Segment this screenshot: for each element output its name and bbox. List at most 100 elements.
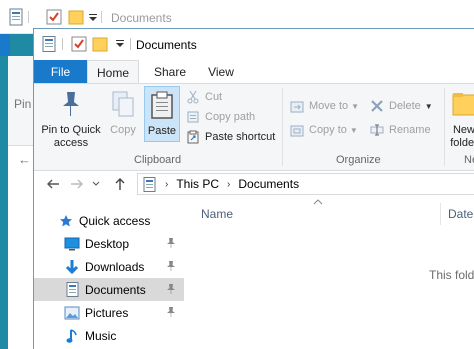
nav-item-documents[interactable]: Documents — [34, 278, 184, 301]
delete-button[interactable]: Delete ▼ — [369, 97, 433, 115]
pictures-icon — [64, 305, 80, 321]
nav-item-pictures[interactable]: Pictures — [34, 301, 184, 324]
desktop-strip — [0, 56, 8, 349]
chevron-down-icon: ▼ — [351, 101, 360, 111]
paste-label: Paste — [147, 125, 177, 137]
nav-item-desktop[interactable]: Desktop — [34, 232, 184, 255]
pin-icon[interactable] — [166, 306, 176, 318]
window-title: Documents — [136, 38, 197, 52]
desktop-icon — [64, 236, 80, 252]
nav-item-label: Documents — [85, 282, 146, 297]
background-ribbon-label: Pin — [14, 97, 32, 111]
breadcrumb-chevron-icon[interactable]: › — [227, 179, 230, 190]
empty-folder-message: This folde — [429, 268, 474, 282]
checkmark-icon — [46, 8, 62, 26]
copy-to-label: Copy to — [309, 124, 347, 136]
chevron-down-icon: ▼ — [424, 101, 433, 111]
folder-icon — [68, 8, 84, 26]
delete-label: Delete — [389, 100, 421, 112]
chevron-down-icon[interactable] — [112, 36, 128, 52]
column-header-name[interactable]: Name — [201, 207, 233, 221]
forward-arrow-icon[interactable] — [68, 175, 86, 193]
move-to-icon — [289, 98, 305, 114]
ribbon: Pin to Quick access Copy Paste Cut Copy … — [34, 83, 474, 171]
group-separator — [282, 88, 283, 166]
tab-view[interactable]: View — [200, 60, 242, 83]
titlebar: Documents — [34, 29, 474, 60]
documents-icon — [64, 282, 80, 298]
paste-button[interactable]: Paste — [144, 86, 180, 142]
background-back-arrow: ← — [18, 152, 31, 167]
copy-to-button[interactable]: Copy to ▼ — [289, 121, 358, 139]
cut-button[interactable]: Cut — [185, 88, 222, 106]
tab-share[interactable]: Share — [146, 60, 194, 83]
properties-icon[interactable] — [41, 36, 57, 52]
chevron-down-icon: ▼ — [349, 125, 358, 135]
breadcrumb-chevron-icon[interactable]: › — [165, 179, 168, 190]
new-folder-label-line1: New — [452, 124, 474, 136]
rename-label: Rename — [389, 124, 431, 136]
navigation-bar: › This PC › Documents — [34, 171, 474, 197]
pin-icon[interactable] — [166, 237, 176, 249]
organize-group-label: Organize — [336, 154, 381, 166]
clipboard-icon — [146, 89, 178, 121]
delete-icon — [369, 98, 385, 114]
background-file-tab — [0, 34, 10, 56]
separator — [130, 38, 131, 50]
nav-item-label: Music — [85, 328, 117, 343]
nav-item-quick-access[interactable]: Quick access — [34, 209, 184, 232]
breadcrumb-documents[interactable]: Documents — [238, 177, 299, 191]
separator — [101, 11, 102, 23]
new-folder-icon — [448, 88, 474, 120]
new-folder-button[interactable]: New folder — [444, 88, 474, 150]
cut-label: Cut — [205, 91, 223, 103]
pin-icon[interactable] — [166, 283, 176, 295]
paste-shortcut-icon — [185, 129, 201, 145]
new-folder-icon[interactable] — [92, 36, 108, 52]
tab-file[interactable]: File — [34, 60, 87, 83]
properties-icon — [8, 8, 24, 26]
download-arrow-icon — [64, 259, 80, 275]
paste-shortcut-label: Paste shortcut — [205, 131, 276, 143]
checkmark-icon[interactable] — [71, 36, 87, 52]
nav-item-label: Pictures — [85, 305, 129, 320]
nav-item-label: Downloads — [85, 259, 145, 274]
back-arrow-icon[interactable] — [44, 175, 62, 193]
pin-label-line1: Pin to Quick — [41, 124, 101, 136]
pin-icon[interactable] — [166, 260, 176, 272]
navigation-pane: Quick access Desktop Downloads Documents… — [34, 204, 184, 349]
copy-icon — [107, 88, 139, 120]
sort-ascending-icon — [313, 197, 323, 208]
star-icon — [58, 213, 74, 229]
new-folder-label-line2: folder — [450, 137, 474, 149]
ribbon-tabs: File Home Share View — [34, 60, 474, 84]
copy-path-label: Copy path — [205, 111, 256, 123]
scissors-icon — [185, 89, 201, 105]
move-to-button[interactable]: Move to ▼ — [289, 97, 359, 115]
copy-to-icon — [289, 122, 305, 138]
separator — [62, 38, 63, 50]
address-bar[interactable]: › This PC › Documents — [137, 173, 474, 195]
up-arrow-icon[interactable] — [111, 175, 129, 193]
copy-button[interactable]: Copy — [106, 88, 140, 137]
music-note-icon — [64, 328, 80, 344]
copy-path-button[interactable]: Copy path — [185, 108, 255, 126]
tab-home[interactable]: Home — [87, 60, 139, 84]
column-separator[interactable] — [440, 203, 441, 225]
column-header-date[interactable]: Date — [448, 207, 473, 221]
pin-to-quick-access-button[interactable]: Pin to Quick access — [38, 88, 104, 150]
breadcrumb-this-pc[interactable]: This PC — [176, 177, 219, 191]
file-explorer-window: Documents File Home Share View Pin to Qu… — [33, 28, 474, 349]
clipboard-group-label: Clipboard — [134, 154, 182, 166]
documents-icon — [143, 176, 157, 192]
rename-button[interactable]: Rename — [369, 121, 431, 139]
nav-item-downloads[interactable]: Downloads — [34, 255, 184, 278]
nav-item-music[interactable]: Music — [34, 324, 184, 347]
paste-shortcut-button[interactable]: Paste shortcut — [185, 128, 275, 146]
move-to-label: Move to — [309, 100, 349, 112]
rename-icon — [369, 122, 385, 138]
nav-item-label: Desktop — [85, 236, 130, 251]
background-window-title: Documents — [111, 11, 172, 25]
recent-locations-chevron-icon[interactable] — [91, 175, 101, 193]
pin-icon — [55, 88, 87, 120]
